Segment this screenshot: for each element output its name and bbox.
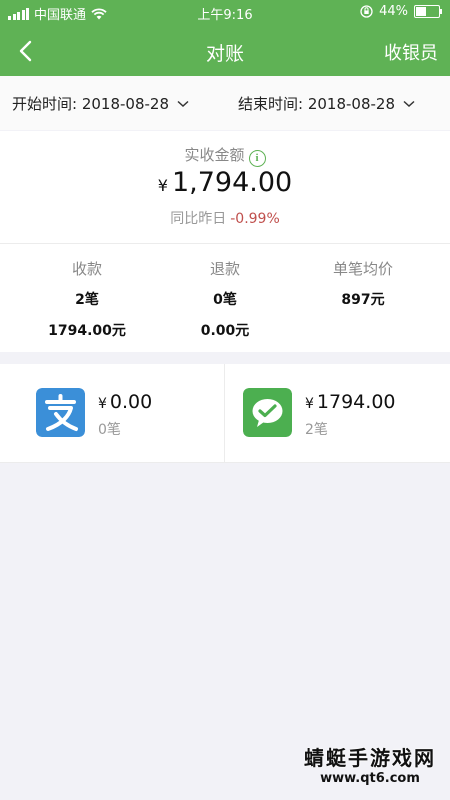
end-date-label: 结束时间: 2018-08-28	[238, 95, 395, 113]
alipay-count: 0笔	[98, 422, 121, 438]
watermark-text: 蜻蜓手游戏网	[304, 746, 436, 770]
wechat-count: 2笔	[305, 422, 328, 438]
start-date-selector[interactable]: 开始时间: 2018-08-28	[12, 93, 189, 114]
end-date-selector[interactable]: 结束时间: 2018-08-28	[238, 93, 415, 114]
watermark: 蜻蜓手游戏网 www.qt6.com	[304, 742, 436, 786]
nav-bar: 对账 收银员	[0, 26, 450, 76]
stats-row: 收款 2笔 1794.00元 退款 0笔 0.00元 单笔均价 897元	[0, 244, 450, 352]
currency-symbol: ¥	[98, 396, 107, 412]
alipay-amount: ¥0.00	[98, 391, 152, 413]
wechat-pay-icon	[243, 388, 292, 437]
stat-count: 0笔	[213, 292, 237, 308]
start-date-label: 开始时间: 2018-08-28	[12, 95, 169, 113]
wechat-amount-value: 1794.00	[316, 391, 396, 413]
stat-header: 单笔均价	[332, 260, 393, 278]
battery-percent: 44%	[379, 4, 408, 19]
comparison-value: -0.99%	[230, 211, 280, 227]
info-icon[interactable]: i	[248, 150, 266, 167]
wechat-pay-card[interactable]: ¥1794.00 2笔	[225, 364, 450, 462]
received-amount: ¥1,794.00	[0, 167, 450, 198]
comparison-label: 同比昨日	[170, 211, 227, 227]
watermark-url: www.qt6.com	[320, 771, 420, 786]
received-amount-heading: 实收金额 i	[0, 144, 450, 167]
alipay-icon	[36, 388, 85, 437]
stat-amount: 0.00元	[200, 323, 250, 339]
cashier-button[interactable]: 收银员	[384, 39, 438, 65]
wechat-amount: ¥1794.00	[305, 391, 396, 413]
stat-count: 2笔	[75, 292, 99, 308]
alipay-amount-value: 0.00	[109, 391, 153, 413]
page-title: 对账	[205, 43, 244, 65]
currency-symbol: ¥	[305, 396, 314, 412]
stat-average-value: 897元	[341, 292, 385, 308]
status-right: 44%	[360, 4, 442, 19]
alipay-card[interactable]: ¥0.00 0笔	[0, 364, 225, 462]
status-bar: 中国联通 上午9:16 44%	[0, 0, 450, 26]
stat-header: 收款	[71, 260, 102, 278]
received-amount-value: 1,794.00	[171, 167, 293, 198]
battery-icon	[414, 5, 442, 18]
chevron-down-icon	[177, 100, 189, 107]
orientation-lock-icon	[360, 5, 373, 18]
received-amount-label: 实收金额	[184, 146, 245, 164]
date-filter-bar: 开始时间: 2018-08-28 结束时间: 2018-08-28	[0, 76, 450, 130]
summary-card: 实收金额 i ¥1,794.00 同比昨日 -0.99%	[0, 131, 450, 244]
payment-methods: ¥0.00 0笔 ¥1794.00 2笔	[0, 364, 450, 463]
chevron-down-icon	[403, 100, 415, 107]
currency-symbol: ¥	[157, 176, 168, 195]
stat-amount: 1794.00元	[48, 323, 126, 339]
stat-header: 退款	[209, 260, 240, 278]
comparison-row: 同比昨日 -0.99%	[0, 208, 450, 228]
